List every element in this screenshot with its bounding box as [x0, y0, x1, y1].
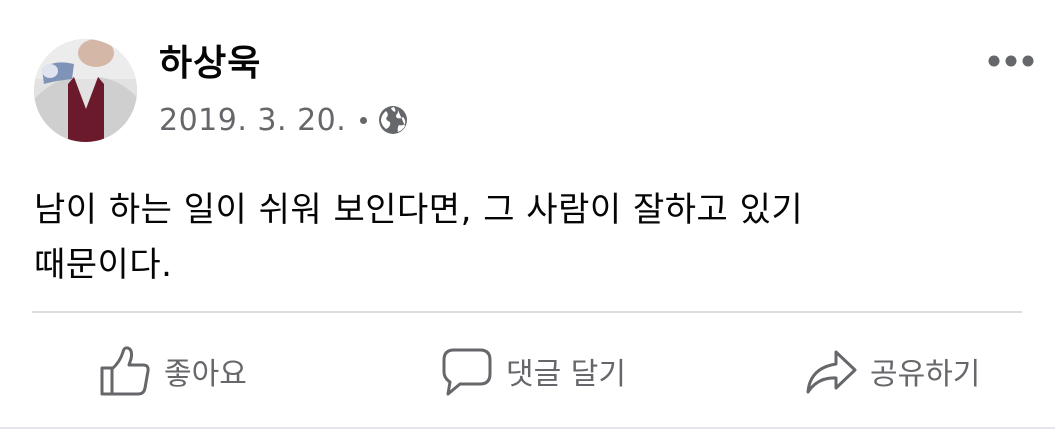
post-meta: 2019. 3. 20.	[159, 98, 409, 142]
share-button[interactable]: 공유하기	[804, 340, 980, 402]
avatar-photo	[34, 39, 137, 142]
globe-icon[interactable]	[377, 104, 409, 136]
share-arrow-icon	[804, 344, 858, 398]
speech-bubble-icon	[440, 344, 494, 398]
post-date[interactable]: 2019. 3. 20.	[159, 103, 346, 138]
post-card: 하상욱 2019. 3. 20. 남이 하는 일이 쉬워 보인다면, 그 사람이…	[0, 0, 1055, 429]
comment-button[interactable]: 댓글 달기	[440, 340, 626, 402]
post-text: 남이 하는 일이 쉬워 보인다면, 그 사람이 잘하고 있기 때문이다.	[34, 190, 804, 285]
author-name[interactable]: 하상욱	[159, 38, 261, 90]
separator-dot	[360, 116, 368, 124]
divider	[32, 311, 1022, 313]
like-button[interactable]: 좋아요	[98, 340, 247, 402]
comment-label: 댓글 달기	[506, 357, 626, 392]
share-label: 공유하기	[870, 357, 981, 392]
avatar[interactable]	[34, 39, 137, 142]
like-label: 좋아요	[164, 357, 247, 392]
more-options-icon[interactable]	[982, 46, 1040, 76]
thumbs-up-icon	[98, 344, 152, 398]
